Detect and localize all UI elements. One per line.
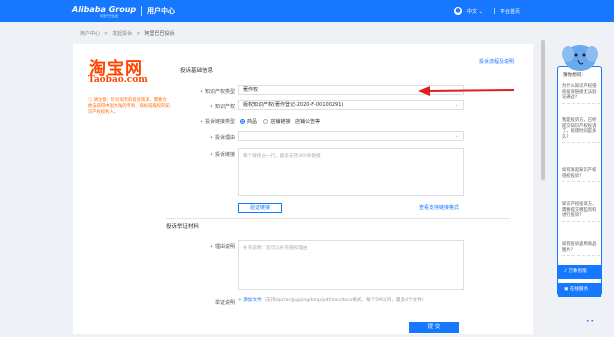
breadcrumb-current: 阿里巴巴投诉 xyxy=(144,31,175,37)
top-navigation-bar: Alibaba Group 阿里巴巴集团 用户中心 ● 中文 ⌄ 平台首页 xyxy=(0,0,614,22)
links-textarea[interactable]: 每个链接占一行，最多支持300条链接 xyxy=(238,148,464,196)
online-service-button[interactable]: ▣ 在线服务 xyxy=(558,283,601,297)
ip-select[interactable]: 版权知识产权(著作登记-2020-F-00100291) ⌄ xyxy=(238,100,464,110)
mascot-elephant-icon xyxy=(562,45,598,71)
user-center-title[interactable]: 用户中心 xyxy=(147,6,175,16)
logo-divider xyxy=(141,6,142,16)
link-type-label: • 投诉链接类型 xyxy=(200,119,235,125)
complaint-flow-link[interactable]: 投诉流程及说明 xyxy=(479,58,514,65)
desc-textarea[interactable]: 补充说明：您可以补充侵权理由 xyxy=(238,240,464,290)
breadcrumb: 用户中心 > 发起投诉 > 阿里巴巴投诉 xyxy=(80,30,178,37)
section-divider xyxy=(166,218,510,219)
faq-item[interactable]: 为什么知识产权侵权投诉链接无法验证通过? xyxy=(562,84,600,104)
complaint-tip: ⓘ 请注意：针对淘宝的投诉请求，需要为依法获得中国大陆的专利、商标或版权的知识产… xyxy=(88,98,170,115)
upload-hint: （支持zip/rar/jpg/png/bmp/pdf/doc/docx格式，每个… xyxy=(261,298,427,303)
user-avatar-icon[interactable]: ● xyxy=(454,7,462,15)
faq-item[interactable]: 我是投诉方，已经提交知识产权投诉了，处理时间是多久? xyxy=(562,118,600,144)
faq-item[interactable]: 如何投诉盗用商品图片? xyxy=(562,242,600,257)
reason-label: • 投诉理由 xyxy=(210,135,235,141)
links-label: • 投诉链接 xyxy=(210,152,235,158)
more-dots-icon[interactable]: •• xyxy=(586,318,595,325)
ip-label: • 知识产权 xyxy=(210,104,235,110)
language-select[interactable]: 中文 ⌄ xyxy=(467,8,483,15)
header-divider xyxy=(494,8,495,14)
link-type-radio-group: 商品 店铺链接 店铺公告等 xyxy=(240,118,320,125)
add-file-link[interactable]: + 添加文件 xyxy=(238,298,262,303)
alibaba-logo-subtitle: 阿里巴巴集团 xyxy=(100,14,119,18)
chevron-down-icon: ⌄ xyxy=(454,102,459,108)
breadcrumb-user-center[interactable]: 用户中心 xyxy=(80,31,100,37)
upload-label: 举证说明 xyxy=(214,300,235,306)
upload-area: + 添加文件（支持zip/rar/jpg/png/bmp/pdf/doc/doc… xyxy=(238,298,468,304)
faq-item[interactable]: 知识产权投诉方，需要提交哪些资料进行投诉? xyxy=(562,202,600,222)
radio-goods[interactable]: 商品 xyxy=(240,119,257,125)
radio-checked-icon xyxy=(240,119,245,124)
submit-button[interactable]: 提 交 xyxy=(409,322,459,333)
breadcrumb-separator: > xyxy=(104,31,109,37)
ip-type-label: • 知识产权类型 xyxy=(200,89,235,95)
alibaba-logo[interactable]: Alibaba Group xyxy=(72,5,136,14)
radio-unchecked-icon xyxy=(263,119,269,124)
side-panel-heading: 猜你想问: xyxy=(563,73,583,78)
breadcrumb-separator: > xyxy=(136,31,141,37)
reason-select[interactable]: ⌄ xyxy=(238,131,464,141)
verify-links-button[interactable]: 验证链接 xyxy=(238,203,282,213)
radio-shop-link[interactable]: 店铺链接 xyxy=(263,119,290,125)
desc-label: • 理由说明 xyxy=(210,244,235,250)
section-title-basic: 投诉基础信息 xyxy=(180,68,214,74)
link-format-link[interactable]: 查看支持链接格式 xyxy=(419,204,459,211)
platform-home-link[interactable]: 平台首页 xyxy=(500,8,520,15)
page-scrollbar-thumb[interactable] xyxy=(541,40,545,180)
smart-assistant-button[interactable]: ♪ 万象智能 xyxy=(558,265,601,279)
faq-item[interactable]: 如何发起知识产权侵权投诉? xyxy=(562,168,600,183)
chevron-down-icon: ⌄ xyxy=(454,133,459,139)
radio-shop-notice[interactable]: 店铺公告等 xyxy=(295,119,320,125)
breadcrumb-complaint[interactable]: 发起投诉 xyxy=(112,31,132,37)
section-title-evidence: 投诉举证材料 xyxy=(166,224,200,230)
red-arrow-annotation xyxy=(418,86,515,96)
taobao-domain: Taobao.com xyxy=(88,75,148,85)
